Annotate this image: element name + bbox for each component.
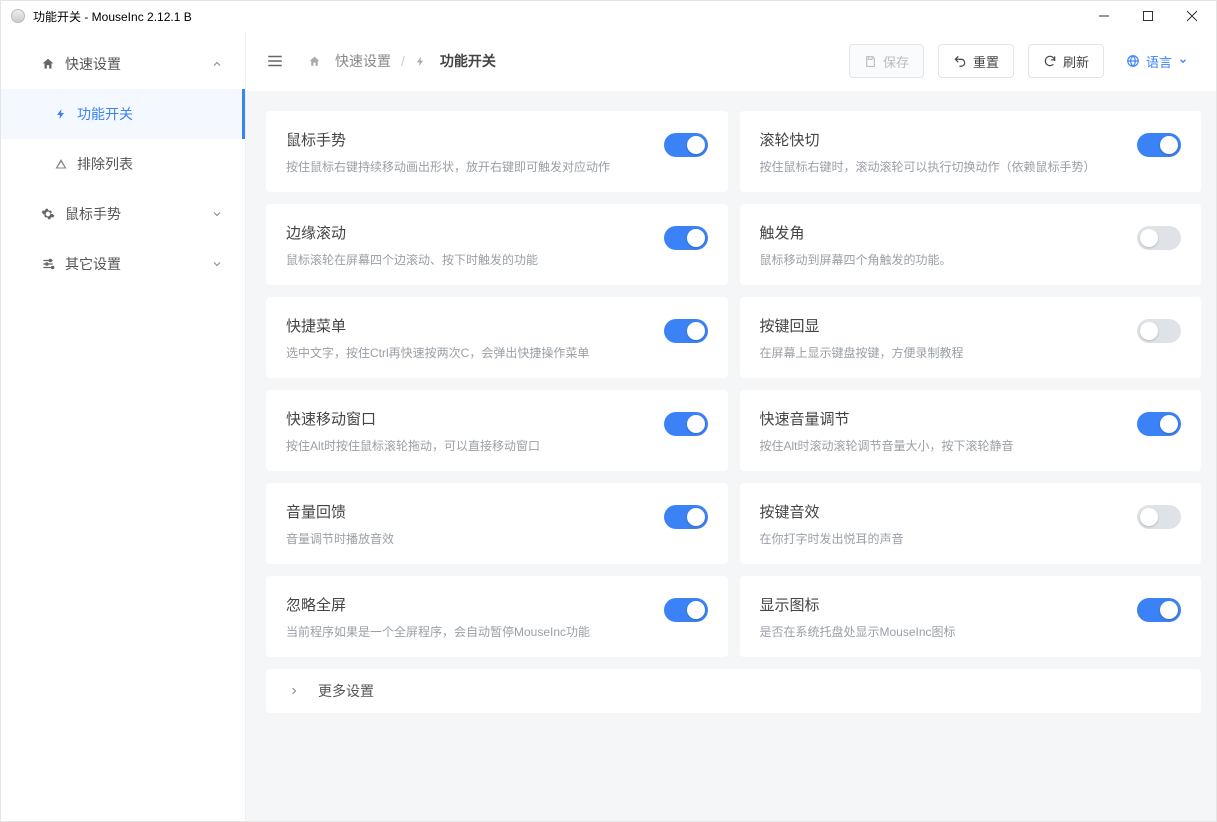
undo-icon <box>953 54 967 68</box>
setting-desc: 选中文字，按住Ctrl再快速按两次C，会弹出快捷操作菜单 <box>286 344 644 362</box>
setting-toggle[interactable] <box>664 226 708 250</box>
setting-title: 快捷菜单 <box>286 315 644 336</box>
menu-button[interactable] <box>266 52 284 70</box>
refresh-icon <box>1043 54 1057 68</box>
language-label: 语言 <box>1146 52 1172 71</box>
setting-toggle[interactable] <box>664 412 708 436</box>
minimize-button[interactable] <box>1082 1 1126 31</box>
sidebar: 快速设置 功能开关 排除列表 鼠标手势 <box>1 31 246 821</box>
save-icon <box>864 55 877 68</box>
maximize-icon <box>1143 11 1153 21</box>
setting-desc: 按住Alt时滚动滚轮调节音量大小，按下滚轮静音 <box>760 437 1118 455</box>
setting-desc: 按住鼠标右键时，滚动滚轮可以执行切换动作（依赖鼠标手势） <box>760 158 1118 176</box>
setting-card: 快捷菜单选中文字，按住Ctrl再快速按两次C，会弹出快捷操作菜单 <box>266 297 728 378</box>
setting-title: 滚轮快切 <box>760 129 1118 150</box>
bolt-icon <box>415 56 426 67</box>
setting-card: 快速音量调节按住Alt时滚动滚轮调节音量大小，按下滚轮静音 <box>740 390 1202 471</box>
setting-toggle[interactable] <box>664 319 708 343</box>
setting-desc: 在你打字时发出悦耳的声音 <box>760 530 1118 548</box>
setting-title: 按键回显 <box>760 315 1118 336</box>
gear-icon <box>41 207 55 221</box>
sidebar-item-label: 排除列表 <box>77 154 133 174</box>
setting-toggle[interactable] <box>1137 505 1181 529</box>
chevron-up-icon <box>211 58 223 70</box>
setting-title: 忽略全屏 <box>286 594 644 615</box>
save-button[interactable]: 保存 <box>849 44 924 78</box>
setting-title: 边缘滚动 <box>286 222 644 243</box>
more-label: 更多设置 <box>318 681 374 701</box>
language-button[interactable]: 语言 <box>1118 44 1196 78</box>
chevron-down-icon <box>211 208 223 220</box>
bolt-icon <box>55 108 67 120</box>
setting-desc: 按住Alt时按住鼠标滚轮拖动，可以直接移动窗口 <box>286 437 644 455</box>
chevron-down-icon <box>211 258 223 270</box>
setting-title: 鼠标手势 <box>286 129 644 150</box>
setting-title: 音量回馈 <box>286 501 644 522</box>
home-icon <box>41 57 55 71</box>
setting-desc: 鼠标移动到屏幕四个角触发的功能。 <box>760 251 1118 269</box>
setting-card: 滚轮快切按住鼠标右键时，滚动滚轮可以执行切换动作（依赖鼠标手势） <box>740 111 1202 192</box>
setting-toggle[interactable] <box>664 505 708 529</box>
breadcrumb-root[interactable]: 快速设置 <box>335 51 391 71</box>
setting-desc: 音量调节时播放音效 <box>286 530 644 548</box>
app-icon <box>11 9 25 23</box>
setting-desc: 按住鼠标右键持续移动画出形状，放开右键即可触发对应动作 <box>286 158 644 176</box>
setting-toggle[interactable] <box>1137 412 1181 436</box>
setting-card: 快速移动窗口按住Alt时按住鼠标滚轮拖动，可以直接移动窗口 <box>266 390 728 471</box>
window-title: 功能开关 - MouseInc 2.12.1 B <box>33 8 192 25</box>
setting-desc: 鼠标滚轮在屏幕四个边滚动、按下时触发的功能 <box>286 251 644 269</box>
close-button[interactable] <box>1170 1 1214 31</box>
setting-toggle[interactable] <box>664 133 708 157</box>
setting-card: 忽略全屏当前程序如果是一个全屏程序，会自动暂停MouseInc功能 <box>266 576 728 657</box>
chevron-right-icon <box>288 685 300 697</box>
setting-title: 快速移动窗口 <box>286 408 644 429</box>
setting-toggle[interactable] <box>1137 226 1181 250</box>
setting-card: 显示图标是否在系统托盘处显示MouseInc图标 <box>740 576 1202 657</box>
setting-card: 触发角鼠标移动到屏幕四个角触发的功能。 <box>740 204 1202 285</box>
warning-icon <box>55 158 67 170</box>
sidebar-item-switch[interactable]: 功能开关 <box>1 89 245 139</box>
setting-card: 按键音效在你打字时发出悦耳的声音 <box>740 483 1202 564</box>
setting-title: 按键音效 <box>760 501 1118 522</box>
setting-toggle[interactable] <box>1137 319 1181 343</box>
sidebar-item-label: 功能开关 <box>77 104 133 124</box>
chevron-down-icon <box>1178 56 1188 66</box>
window-titlebar: 功能开关 - MouseInc 2.12.1 B <box>1 1 1216 31</box>
setting-desc: 当前程序如果是一个全屏程序，会自动暂停MouseInc功能 <box>286 623 644 641</box>
breadcrumb: 快速设置 / 功能开关 <box>308 51 496 71</box>
more-settings[interactable]: 更多设置 <box>266 669 1201 713</box>
setting-desc: 是否在系统托盘处显示MouseInc图标 <box>760 623 1118 641</box>
setting-title: 显示图标 <box>760 594 1118 615</box>
setting-desc: 在屏幕上显示键盘按键，方便录制教程 <box>760 344 1118 362</box>
setting-card: 按键回显在屏幕上显示键盘按键，方便录制教程 <box>740 297 1202 378</box>
home-icon <box>308 55 321 68</box>
content: 鼠标手势按住鼠标右键持续移动画出形状，放开右键即可触发对应动作滚轮快切按住鼠标右… <box>246 91 1216 821</box>
setting-toggle[interactable] <box>664 598 708 622</box>
refresh-label: 刷新 <box>1063 52 1089 71</box>
sliders-icon <box>41 257 55 271</box>
breadcrumb-current: 功能开关 <box>440 51 496 71</box>
sidebar-group-gesture[interactable]: 鼠标手势 <box>1 189 245 239</box>
sidebar-group-other[interactable]: 其它设置 <box>1 239 245 289</box>
setting-title: 触发角 <box>760 222 1118 243</box>
setting-toggle[interactable] <box>1137 133 1181 157</box>
refresh-button[interactable]: 刷新 <box>1028 44 1104 78</box>
reset-label: 重置 <box>973 52 999 71</box>
sidebar-item-exclude[interactable]: 排除列表 <box>1 139 245 189</box>
breadcrumb-sep: / <box>401 53 405 69</box>
setting-card: 音量回馈音量调节时播放音效 <box>266 483 728 564</box>
setting-toggle[interactable] <box>1137 598 1181 622</box>
minimize-icon <box>1099 11 1109 21</box>
topbar: 快速设置 / 功能开关 保存 重置 <box>246 31 1216 91</box>
setting-card: 鼠标手势按住鼠标右键持续移动画出形状，放开右键即可触发对应动作 <box>266 111 728 192</box>
maximize-button[interactable] <box>1126 1 1170 31</box>
setting-card: 边缘滚动鼠标滚轮在屏幕四个边滚动、按下时触发的功能 <box>266 204 728 285</box>
save-label: 保存 <box>883 52 909 71</box>
setting-title: 快速音量调节 <box>760 408 1118 429</box>
reset-button[interactable]: 重置 <box>938 44 1014 78</box>
globe-icon <box>1126 54 1140 68</box>
sidebar-group-quick[interactable]: 快速设置 <box>1 39 245 89</box>
close-icon <box>1187 11 1197 21</box>
